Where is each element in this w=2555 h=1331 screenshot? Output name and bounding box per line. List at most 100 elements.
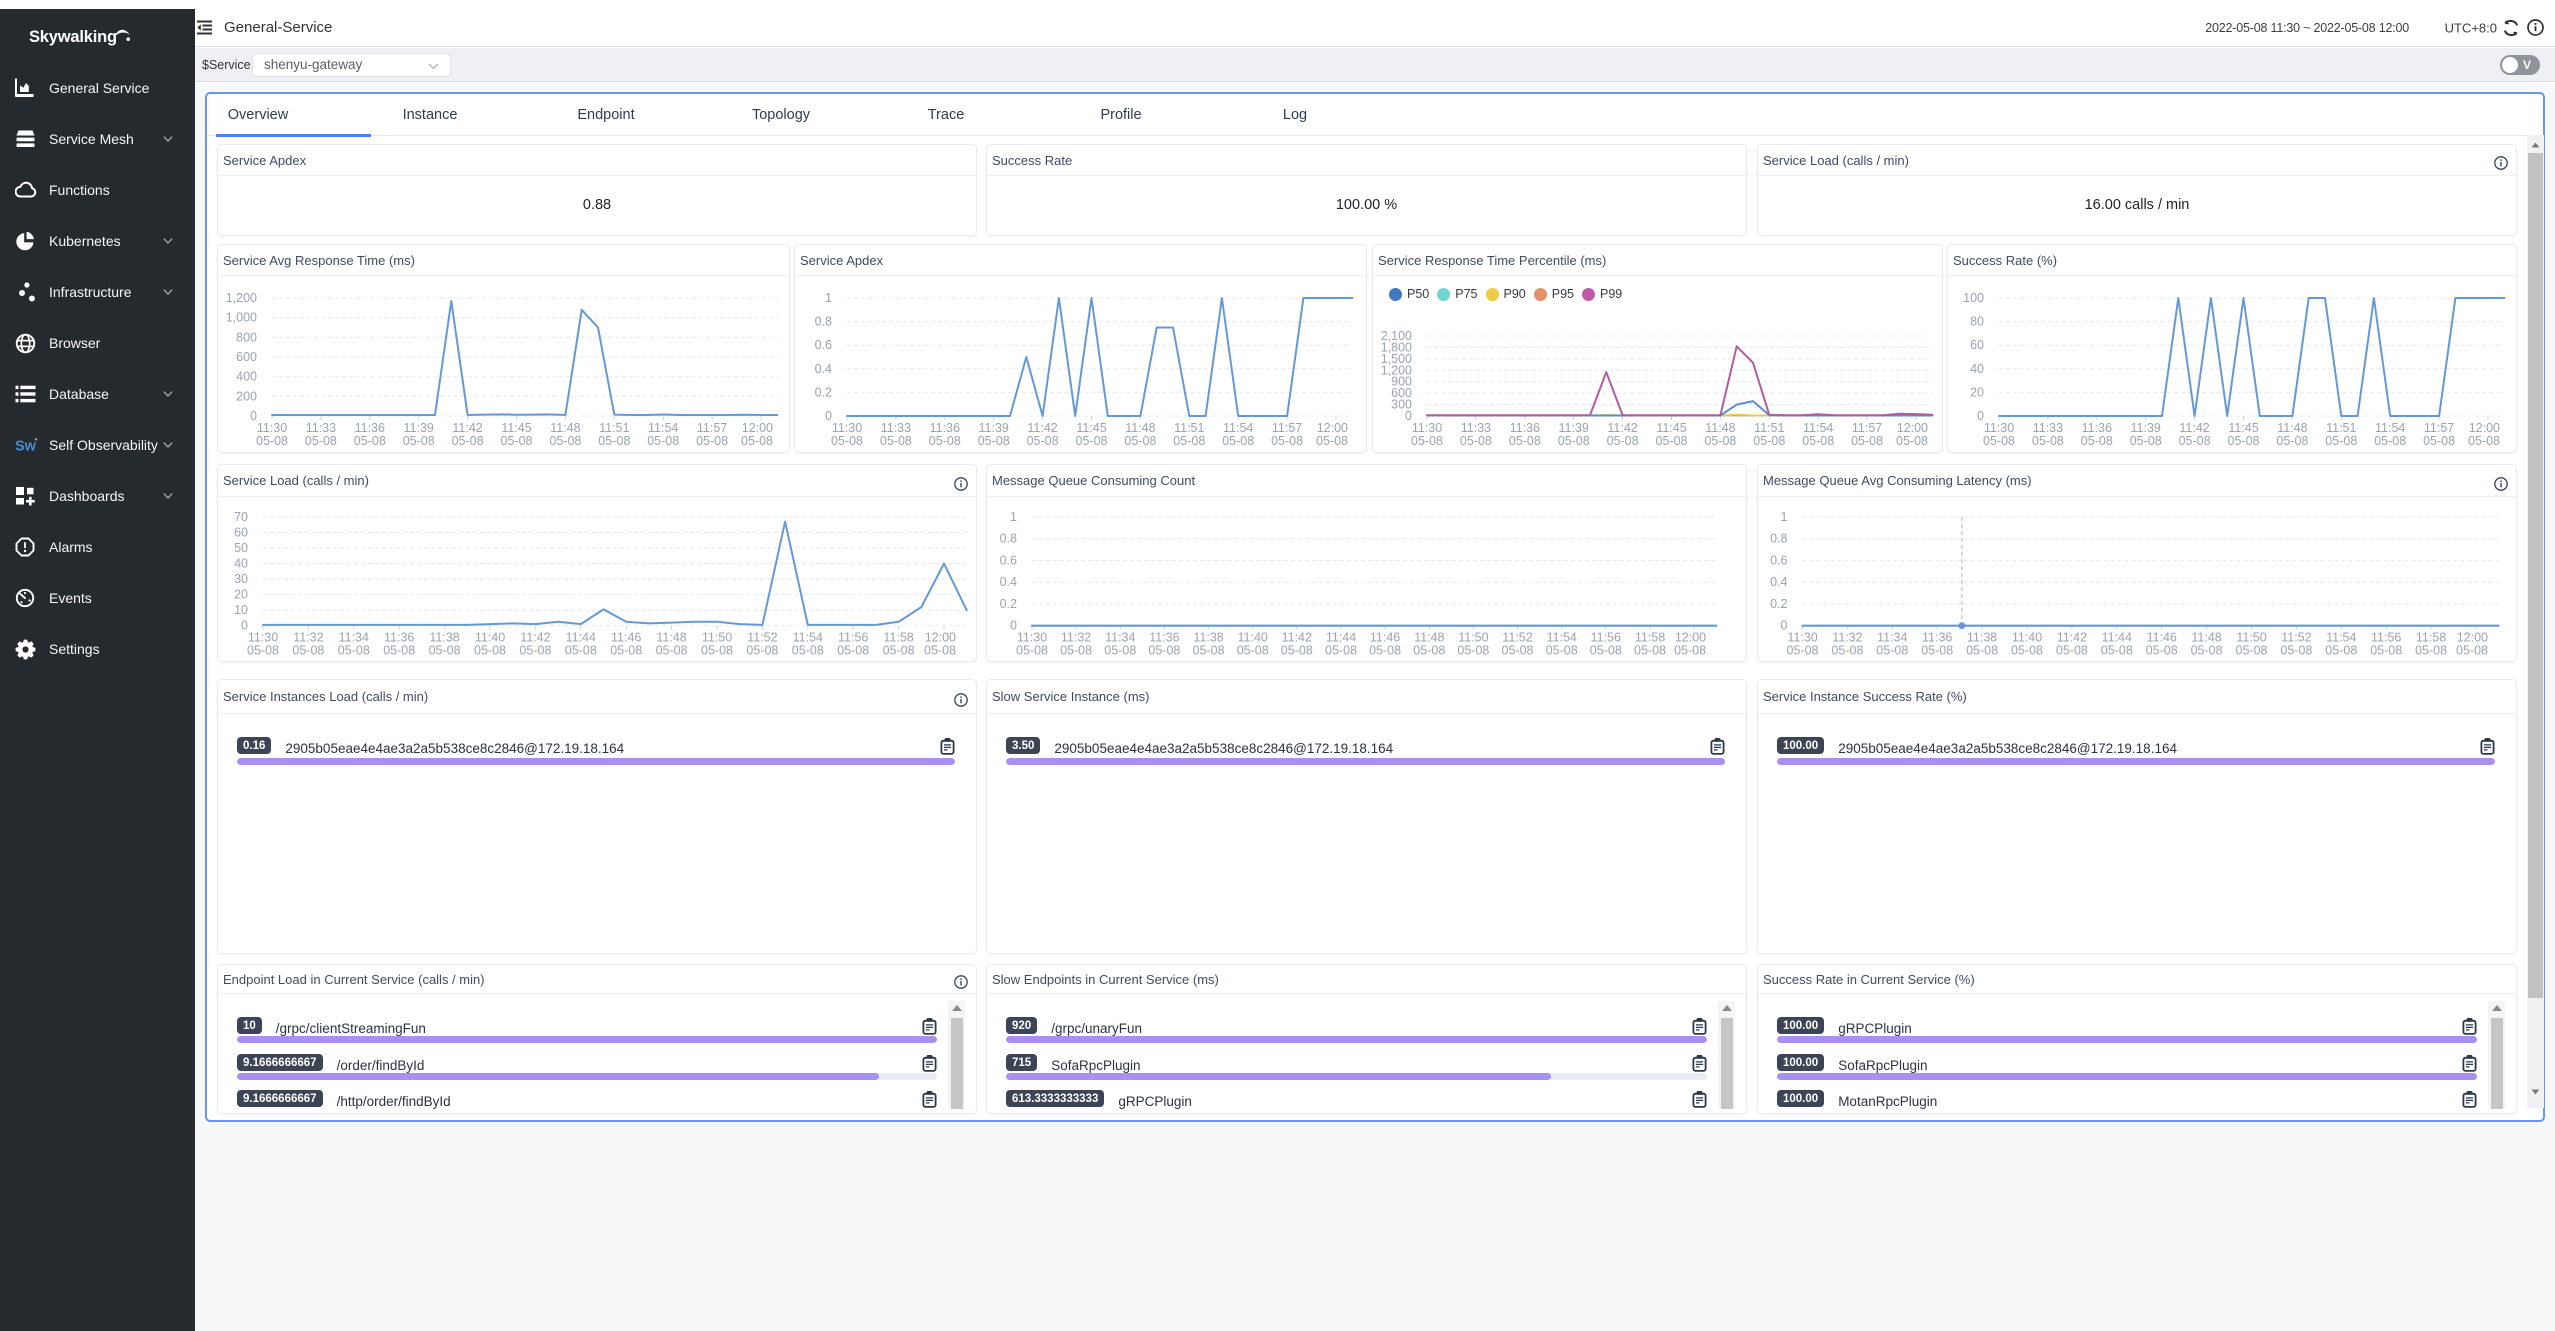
svg-text:05-08: 05-08 [741, 434, 773, 448]
svg-text:11:58: 11:58 [2416, 631, 2446, 645]
svg-text:11:45: 11:45 [1076, 421, 1106, 435]
svg-text:12:00: 12:00 [2469, 421, 2500, 435]
svg-text:05-08: 05-08 [2011, 644, 2043, 658]
svg-text:05-08: 05-08 [1546, 644, 1578, 658]
svg-text:05-08: 05-08 [474, 644, 506, 658]
svg-text:11:54: 11:54 [1803, 421, 1833, 435]
svg-text:1,000: 1,000 [226, 311, 257, 325]
svg-text:11:30: 11:30 [1984, 421, 2014, 435]
svg-text:05-08: 05-08 [2468, 434, 2500, 448]
svg-text:05-08: 05-08 [746, 644, 778, 658]
svg-text:11:46: 11:46 [2147, 631, 2177, 645]
svg-text:11:54: 11:54 [2326, 631, 2356, 645]
svg-text:11:57: 11:57 [1852, 421, 1882, 435]
svg-text:11:42: 11:42 [1027, 421, 1057, 435]
svg-text:11:30: 11:30 [257, 421, 287, 435]
svg-text:11:42: 11:42 [520, 631, 550, 645]
svg-text:11:54: 11:54 [1223, 421, 1253, 435]
svg-text:05-08: 05-08 [1281, 644, 1313, 658]
svg-text:11:36: 11:36 [2082, 421, 2112, 435]
svg-text:05-08: 05-08 [1076, 434, 1108, 448]
svg-text:11:51: 11:51 [2326, 421, 2356, 435]
svg-text:12:00: 12:00 [1897, 421, 1928, 435]
svg-text:05-08: 05-08 [924, 644, 956, 658]
svg-text:11:45: 11:45 [1656, 421, 1686, 435]
svg-text:05-08: 05-08 [837, 644, 869, 658]
svg-text:05-08: 05-08 [883, 644, 915, 658]
svg-text:05-08: 05-08 [2423, 434, 2455, 448]
svg-text:11:42: 11:42 [1607, 421, 1637, 435]
svg-text:0.8: 0.8 [1770, 532, 1787, 546]
svg-text:11:44: 11:44 [566, 631, 596, 645]
svg-text:11:54: 11:54 [2375, 421, 2405, 435]
svg-text:12:00: 12:00 [742, 421, 773, 435]
svg-text:05-08: 05-08 [2236, 644, 2268, 658]
svg-text:11:58: 11:58 [1635, 631, 1665, 645]
svg-text:05-08: 05-08 [696, 434, 728, 448]
svg-text:70: 70 [234, 510, 248, 524]
svg-text:11:51: 11:51 [1754, 421, 1784, 435]
svg-text:05-08: 05-08 [1921, 644, 1953, 658]
svg-text:0.6: 0.6 [1000, 554, 1017, 568]
svg-text:05-08: 05-08 [2370, 644, 2402, 658]
svg-text:10: 10 [234, 603, 248, 617]
svg-text:11:42: 11:42 [2179, 421, 2209, 435]
svg-text:0.4: 0.4 [815, 362, 832, 376]
svg-text:800: 800 [236, 330, 257, 344]
svg-text:05-08: 05-08 [247, 644, 279, 658]
svg-text:11:39: 11:39 [1559, 421, 1589, 435]
svg-text:11:30: 11:30 [1412, 421, 1442, 435]
svg-text:2,100: 2,100 [1381, 329, 1412, 343]
svg-text:05-08: 05-08 [1590, 644, 1622, 658]
svg-text:05-08: 05-08 [1656, 434, 1688, 448]
svg-text:05-08: 05-08 [610, 644, 642, 658]
svg-text:05-08: 05-08 [880, 434, 912, 448]
svg-text:20: 20 [234, 588, 248, 602]
svg-text:05-08: 05-08 [1851, 434, 1883, 448]
svg-text:11:33: 11:33 [2033, 421, 2063, 435]
svg-text:11:32: 11:32 [293, 631, 323, 645]
svg-text:05-08: 05-08 [1060, 644, 1092, 658]
svg-text:11:42: 11:42 [452, 421, 482, 435]
svg-text:11:38: 11:38 [1967, 631, 1997, 645]
svg-text:05-08: 05-08 [2276, 434, 2308, 448]
svg-text:0.4: 0.4 [1770, 575, 1787, 589]
svg-text:05-08: 05-08 [1027, 434, 1059, 448]
svg-text:11:34: 11:34 [339, 631, 369, 645]
svg-text:05-08: 05-08 [1674, 644, 1706, 658]
svg-text:05-08: 05-08 [2374, 434, 2406, 448]
svg-text:0.8: 0.8 [1000, 532, 1017, 546]
svg-text:11:46: 11:46 [1370, 631, 1400, 645]
svg-text:11:38: 11:38 [1193, 631, 1223, 645]
svg-text:05-08: 05-08 [1607, 434, 1639, 448]
svg-text:11:54: 11:54 [648, 421, 678, 435]
svg-text:05-08: 05-08 [429, 644, 461, 658]
svg-text:05-08: 05-08 [549, 434, 581, 448]
svg-text:0.8: 0.8 [815, 315, 832, 329]
svg-text:60: 60 [234, 526, 248, 540]
svg-text:11:36: 11:36 [930, 421, 960, 435]
svg-text:11:50: 11:50 [1458, 631, 1488, 645]
svg-text:05-08: 05-08 [1896, 434, 1928, 448]
svg-text:11:56: 11:56 [1591, 631, 1621, 645]
svg-text:11:36: 11:36 [355, 421, 385, 435]
svg-text:0.2: 0.2 [1000, 597, 1017, 611]
svg-text:11:51: 11:51 [1174, 421, 1204, 435]
svg-text:100: 100 [1963, 291, 1984, 305]
svg-text:05-08: 05-08 [1271, 434, 1303, 448]
svg-text:05-08: 05-08 [1876, 644, 1908, 658]
svg-text:0.2: 0.2 [1770, 597, 1787, 611]
svg-text:05-08: 05-08 [519, 644, 551, 658]
svg-text:11:38: 11:38 [429, 631, 459, 645]
svg-text:11:57: 11:57 [2424, 421, 2454, 435]
svg-text:11:48: 11:48 [656, 631, 686, 645]
svg-text:05-08: 05-08 [1502, 644, 1534, 658]
svg-text:05-08: 05-08 [1704, 434, 1736, 448]
svg-text:05-08: 05-08 [2146, 644, 2178, 658]
svg-text:11:56: 11:56 [2371, 631, 2401, 645]
svg-text:05-08: 05-08 [2032, 434, 2064, 448]
svg-text:05-08: 05-08 [1787, 644, 1819, 658]
svg-text:0.6: 0.6 [815, 338, 832, 352]
svg-text:05-08: 05-08 [2101, 644, 2133, 658]
svg-text:05-08: 05-08 [701, 644, 733, 658]
